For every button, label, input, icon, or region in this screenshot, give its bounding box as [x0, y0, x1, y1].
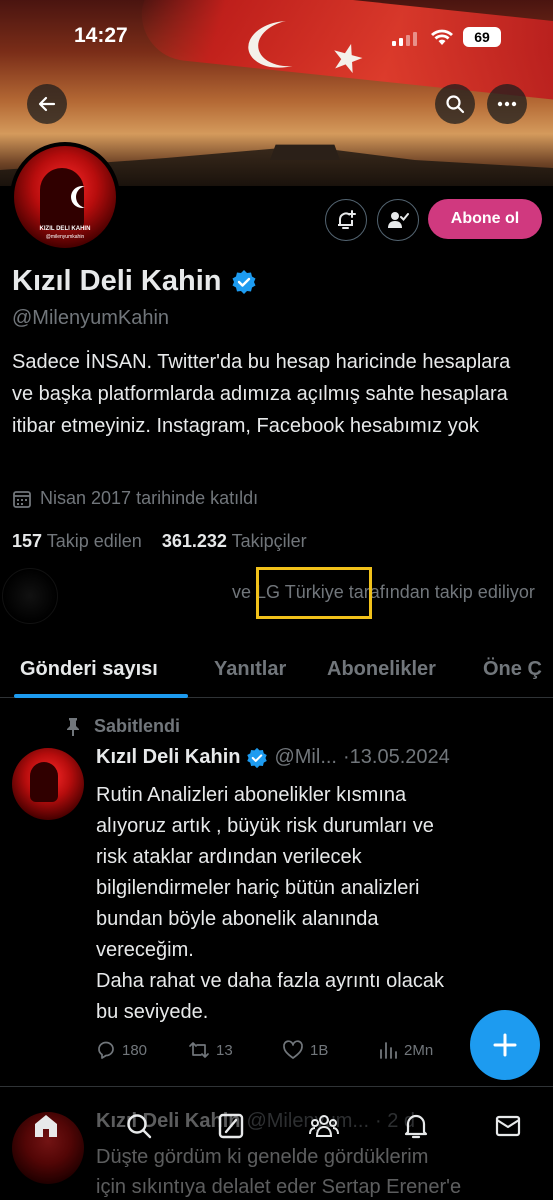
nav-home[interactable]	[26, 1106, 66, 1146]
followers-link[interactable]: 361.232 Takipçiler	[162, 531, 307, 551]
search-icon	[446, 95, 465, 114]
avatar-text: KIZIL DELI KAHIN	[39, 226, 91, 232]
monument-graphic	[270, 144, 340, 160]
bell-icon	[404, 1114, 428, 1139]
post-author-avatar[interactable]	[12, 748, 84, 820]
reply-button[interactable]: 180	[96, 1040, 147, 1060]
more-icon	[497, 101, 517, 107]
verified-badge-icon	[247, 747, 268, 768]
battery-indicator: 69	[463, 27, 501, 47]
following-link[interactable]: 157 Takip edilen	[12, 531, 142, 551]
nav-notifications[interactable]	[396, 1106, 436, 1146]
followed-by-suffix: tarafından takip ediliyor	[343, 582, 535, 602]
post-author-name[interactable]: Kızıl Deli Kahin	[96, 746, 240, 769]
compose-plus-icon	[493, 1033, 517, 1057]
wifi-icon	[431, 29, 453, 45]
reply-icon	[98, 1041, 114, 1059]
post-author-handle[interactable]: @Mil...	[274, 746, 337, 769]
crescent-graphic	[76, 186, 98, 208]
followed-by-prefix: ve	[232, 582, 257, 602]
pinned-indicator: Sabitlendi	[64, 716, 180, 737]
communities-icon	[309, 1115, 339, 1137]
like-button[interactable]: 1B	[282, 1040, 328, 1060]
bottom-navigation	[0, 1098, 553, 1158]
post-header: Kızıl Deli Kahin @Mil... ·13.05.2024	[96, 746, 450, 769]
profile-handle: @MilenyumKahin	[12, 307, 170, 329]
nav-communities[interactable]	[304, 1106, 344, 1146]
following-count: 157	[12, 531, 43, 551]
follow-stats: 157 Takip edilen 361.232 Takipçiler	[12, 531, 307, 552]
grok-icon	[218, 1113, 244, 1139]
profile-name: Kızıl Deli Kahin	[12, 265, 222, 297]
tab-replies[interactable]: Yanıtlar	[214, 658, 286, 681]
views-icon	[380, 1042, 397, 1059]
views-button[interactable]: 2Mn	[378, 1040, 433, 1060]
compose-button[interactable]	[470, 1010, 540, 1080]
calendar-icon	[13, 490, 31, 508]
profile-bio: Sadece İNSAN. Twitter'da bu hesap harici…	[12, 351, 511, 437]
search-icon	[127, 1114, 152, 1139]
profile-name-row: Kızıl Deli Kahin	[12, 265, 257, 298]
post-text[interactable]: Rutin Analizleri abonelikler kısmına alı…	[96, 780, 536, 1028]
repost-count: 13	[216, 1041, 233, 1059]
tab-highlights[interactable]: Öne Ç	[483, 658, 542, 681]
followed-by-avatar[interactable]	[2, 568, 58, 624]
following-label: Takip edilen	[46, 531, 142, 551]
pinned-label: Sabitlendi	[94, 716, 181, 736]
join-date: Nisan 2017 tarihinde katıldı	[12, 488, 258, 509]
repost-icon	[189, 1042, 209, 1058]
post-text-line: için sıkıntıya delalet eder Sertap Erene…	[96, 1176, 462, 1198]
mail-icon	[495, 1115, 521, 1137]
followers-count: 361.232	[161, 531, 227, 551]
verified-badge-icon[interactable]	[231, 269, 257, 295]
user-check-icon	[388, 212, 409, 228]
status-time: 14:27	[74, 24, 128, 47]
home-icon	[35, 1115, 57, 1137]
views-count: 2Mn	[404, 1041, 434, 1059]
avatar-figure	[30, 762, 58, 802]
active-tab-indicator	[14, 694, 188, 698]
followers-label: Takipçiler	[231, 531, 307, 551]
nav-grok[interactable]	[211, 1106, 251, 1146]
avatar-handle-text: @milenyumkahin	[45, 234, 85, 240]
post-actions: 180 13 1B 2Mn	[96, 1040, 456, 1064]
nav-messages[interactable]	[488, 1106, 528, 1146]
subscribe-button[interactable]: Abone ol	[428, 199, 542, 239]
more-button[interactable]	[487, 84, 527, 124]
like-icon	[283, 1040, 303, 1059]
highlight-box	[256, 567, 372, 619]
search-button[interactable]	[435, 84, 475, 124]
notification-plus-icon	[338, 210, 356, 229]
pin-icon	[67, 717, 79, 736]
profile-tabs: Gönderi sayısı Yanıtlar Abonelikler Öne …	[0, 650, 553, 698]
post-date[interactable]: ·13.05.2024	[343, 746, 450, 769]
back-arrow-icon	[38, 96, 56, 112]
tab-subscriptions[interactable]: Abonelikler	[327, 658, 436, 681]
tab-posts[interactable]: Gönderi sayısı	[20, 658, 158, 681]
following-button[interactable]	[377, 199, 419, 241]
reply-count: 180	[122, 1041, 148, 1059]
profile-avatar[interactable]: KIZIL DELI KAHIN @milenyumkahin	[10, 142, 120, 252]
like-count: 1B	[310, 1041, 329, 1059]
join-date-text: Nisan 2017 tarihinde katıldı	[40, 488, 259, 508]
back-button[interactable]	[27, 84, 67, 124]
nav-search[interactable]	[119, 1106, 159, 1146]
repost-button[interactable]: 13	[188, 1040, 233, 1060]
status-bar: 14:27 69	[0, 24, 553, 54]
signal-icon	[392, 32, 417, 46]
post-divider	[0, 1086, 553, 1087]
notifications-button[interactable]	[325, 199, 367, 241]
